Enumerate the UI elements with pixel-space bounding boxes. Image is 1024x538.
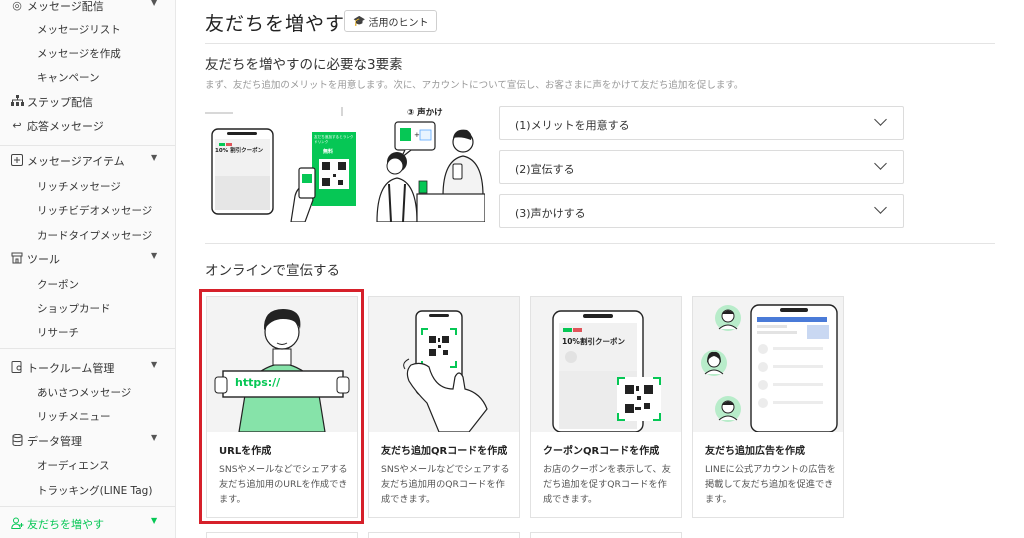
- sidebar-item-coupon[interactable]: クーポン: [37, 277, 79, 292]
- card-stub: [530, 532, 682, 538]
- qr-caption-main: 無料: [323, 149, 334, 155]
- coupon-image-label: 10%割引クーポン: [562, 337, 625, 346]
- step-icon: [10, 94, 24, 108]
- qr-caption-small: 友だち追加するとランクドリンク: [314, 135, 354, 144]
- sidebar-item-tracking[interactable]: トラッキング(LINE Tag): [37, 483, 152, 498]
- caret-down-icon: ▼: [151, 153, 158, 162]
- section-divider: [205, 243, 995, 244]
- sidebar-item-audience[interactable]: オーディエンス: [37, 458, 110, 473]
- sidebar-item-rich-video-message[interactable]: リッチビデオメッセージ: [37, 203, 152, 218]
- database-icon: [10, 433, 24, 447]
- sidebar-item-message-list[interactable]: メッセージリスト: [37, 22, 121, 37]
- card-create-friend-ad[interactable]: 友だち追加広告を作成 LINEに公式アカウントの広告を掲載して友だち追加を促進で…: [692, 296, 844, 518]
- coupon-label: 10% 割引クーポン: [215, 148, 264, 154]
- chevron-down-icon: [874, 113, 887, 126]
- add-friend-icon: [10, 516, 24, 530]
- caret-down-icon: ▼: [151, 360, 158, 369]
- reply-icon: ↩: [12, 118, 22, 132]
- sidebar-item-campaign[interactable]: キャンペーン: [37, 70, 99, 85]
- card-create-friend-qr[interactable]: 友だち追加QRコードを作成 SNSやメールなどでシェアする友だち追加用のQRコー…: [368, 296, 520, 518]
- step3-label: ③ 声かけ: [407, 108, 443, 118]
- card-title: 友だち追加QRコードを作成: [381, 446, 508, 457]
- sidebar-item-shop-card[interactable]: ショップカード: [37, 301, 111, 316]
- caret-down-icon: ▼: [151, 516, 158, 525]
- card-title: 友だち追加広告を作成: [705, 446, 805, 457]
- sidebar-item-rich-menu[interactable]: リッチメニュー: [37, 409, 111, 424]
- sidebar-section-add-friends[interactable]: 友だちを増やす ▼: [0, 511, 175, 535]
- card-description: LINEに公式アカウントの広告を掲載して友だち追加を促進できます。: [705, 464, 836, 505]
- sidebar-item-greeting-message[interactable]: あいさつメッセージ: [37, 385, 131, 400]
- sidebar-divider: [0, 506, 175, 507]
- plus-box-icon: [10, 153, 24, 167]
- main-content: 友だちを増やす 🎓 活用のヒント 友だちを増やすのに必要な3要素 まず、友だち追…: [177, 0, 1024, 538]
- card-stub: [206, 532, 358, 538]
- online-section-title: オンラインで宣伝する: [205, 263, 340, 279]
- chevron-down-icon: [874, 201, 887, 214]
- highlight-box: [199, 289, 364, 524]
- card-create-coupon-qr[interactable]: 10%割引クーポン クーポンQRコードを作成 お店のクーポンを表示して、友だち追…: [530, 296, 682, 518]
- sidebar-item-rich-message[interactable]: リッチメッセージ: [37, 179, 121, 194]
- card-image-coupon: 10%割引クーポン: [531, 297, 681, 432]
- graduation-cap-icon: 🎓: [353, 15, 366, 27]
- card-stub: [368, 532, 520, 538]
- sidebar-section-data-management[interactable]: データ管理 ▼: [0, 428, 175, 452]
- card-description: SNSやメールなどでシェアする友だち追加用のQRコードを作成できます。: [381, 464, 510, 505]
- sidebar-item-create-message[interactable]: メッセージを作成: [37, 46, 121, 61]
- sidebar: ◎ メッセージ配信 ▼ メッセージリスト メッセージを作成 キャンペーン ステッ…: [0, 0, 176, 538]
- sidebar-divider: [0, 145, 175, 146]
- message-icon: ◎: [12, 0, 22, 12]
- card-description: お店のクーポンを表示して、友だち追加を促すQRコードを作成できます。: [543, 464, 671, 505]
- requirements-illustration: + 10% 割引クーポン 友だち追加するとランクドリンク 無料 ③ 声かけ: [205, 104, 486, 223]
- hint-button[interactable]: 🎓 活用のヒント: [344, 10, 438, 32]
- page-title: 友だちを増やす: [205, 13, 346, 35]
- requirements-title: 友だちを増やすのに必要な3要素: [205, 57, 403, 73]
- caret-down-icon: ▼: [151, 251, 158, 260]
- svg-text:+: +: [414, 131, 420, 139]
- caret-down-icon: ▼: [151, 433, 158, 442]
- sidebar-item-research[interactable]: リサーチ: [37, 325, 79, 340]
- sidebar-section-message-items[interactable]: メッセージアイテム ▼: [0, 148, 175, 172]
- chat-room-icon: [10, 360, 24, 374]
- sidebar-item-card-message[interactable]: カードタイプメッセージ: [37, 228, 152, 243]
- requirements-description: まず、友だち追加のメリットを用意します。次に、アカウントについて宣伝し、お客さま…: [205, 80, 744, 91]
- header-divider: [205, 43, 995, 44]
- sidebar-divider: [0, 348, 175, 349]
- card-title: クーポンQRコードを作成: [543, 446, 660, 457]
- shop-icon: [10, 251, 24, 265]
- accordion-prepare-benefit[interactable]: (1)メリットを用意する: [499, 106, 904, 140]
- sidebar-section-chat-room[interactable]: トークルーム管理 ▼: [0, 355, 175, 379]
- sidebar-section-auto-reply[interactable]: ↩ 応答メッセージ: [0, 113, 175, 137]
- chevron-down-icon: [874, 157, 887, 170]
- accordion-call-out[interactable]: (3)声かけする: [499, 194, 904, 228]
- sidebar-section-message-delivery[interactable]: ◎ メッセージ配信 ▼: [0, 0, 175, 17]
- sidebar-section-tools[interactable]: ツール ▼: [0, 246, 175, 270]
- card-image-qr: [369, 297, 519, 432]
- caret-down-icon: ▼: [151, 0, 158, 7]
- accordion-advertise[interactable]: (2)宣伝する: [499, 150, 904, 184]
- card-image-ad: [693, 297, 843, 432]
- sidebar-section-step[interactable]: ステップ配信: [0, 89, 175, 113]
